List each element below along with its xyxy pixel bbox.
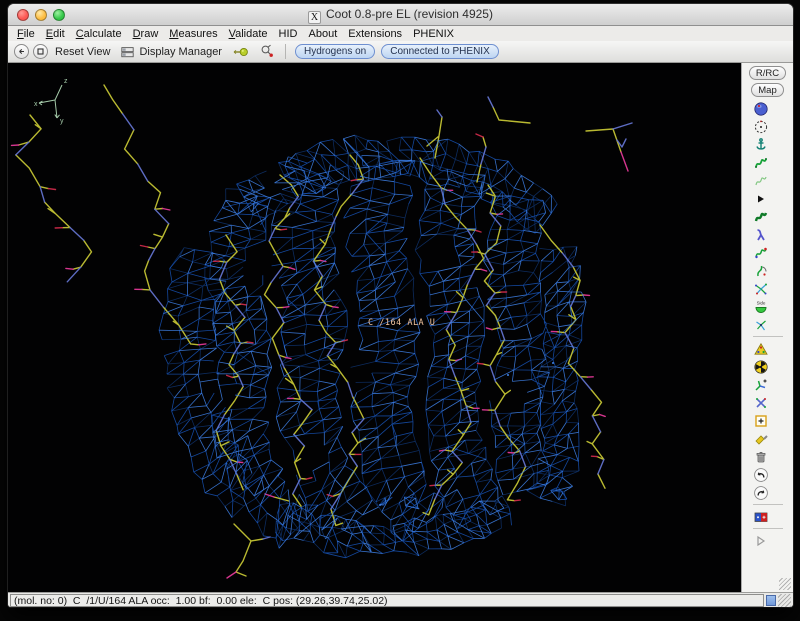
flip-sidechain-icon[interactable]: Side bbox=[753, 298, 770, 315]
right-toolbar-panel: R/RC Map Side bbox=[742, 63, 793, 592]
rotate-translate-zone-icon[interactable] bbox=[753, 226, 770, 243]
add-alt-conf-icon[interactable] bbox=[753, 394, 770, 411]
back-arrow-icon bbox=[16, 46, 27, 57]
titlebar[interactable]: X Coot 0.8-pre EL (revision 4925) bbox=[8, 4, 793, 26]
redo-icon[interactable] bbox=[753, 484, 770, 501]
key-pointer-icon bbox=[232, 45, 249, 59]
menu-hid[interactable]: HID bbox=[279, 28, 298, 40]
rotamer-select-icon[interactable] bbox=[753, 262, 770, 279]
molecule-sticks bbox=[16, 85, 621, 576]
simple-mutate-icon[interactable] bbox=[753, 358, 770, 375]
window-title: X Coot 0.8-pre EL (revision 4925) bbox=[8, 7, 793, 24]
edit-chi-angles-icon[interactable] bbox=[753, 280, 770, 297]
rrc-button[interactable]: R/RC bbox=[749, 66, 786, 80]
status-text: (mol. no: 0) C /1/U/164 ALA occ: 1.00 bf… bbox=[10, 594, 764, 607]
mutate-and-autofit-icon[interactable] bbox=[753, 340, 770, 357]
tandem-refine-icon[interactable] bbox=[753, 118, 770, 135]
menu-phenix[interactable]: PHENIX bbox=[413, 28, 454, 40]
axes-label-x: x bbox=[34, 101, 38, 108]
pointer-arrow-icon[interactable] bbox=[753, 190, 770, 207]
display-manager-button[interactable]: Display Manager bbox=[116, 44, 226, 60]
tool-separator bbox=[753, 528, 783, 529]
molecule-sticks bbox=[12, 145, 629, 578]
menu-measures[interactable]: Measures bbox=[169, 28, 217, 40]
go-to-atom-button[interactable] bbox=[228, 44, 253, 60]
hydrogen-atom-button[interactable] bbox=[255, 43, 278, 60]
window-title-text: Coot 0.8-pre EL (revision 4925) bbox=[326, 7, 493, 21]
x11-app-icon: X bbox=[308, 11, 321, 24]
status-scrollbar-thumb[interactable] bbox=[766, 595, 776, 606]
status-bar: (mol. no: 0) C /1/U/164 ALA occ: 1.00 bf… bbox=[8, 592, 793, 607]
axes-label-y: y bbox=[60, 118, 64, 125]
torsion-general-icon[interactable] bbox=[753, 316, 770, 333]
menu-validate[interactable]: Validate bbox=[229, 28, 268, 40]
reset-view-label: Reset View bbox=[55, 46, 110, 58]
menu-file[interactable]: File bbox=[17, 28, 35, 40]
hydrogen-molecule-icon bbox=[259, 44, 274, 59]
mesh-speck bbox=[379, 504, 381, 506]
gl-canvas[interactable]: x y z C /164 ALA U bbox=[8, 63, 742, 592]
hydrogens-toggle-button[interactable]: Hydrogens on bbox=[295, 44, 375, 59]
rigid-body-fit-zone-icon[interactable] bbox=[753, 208, 770, 225]
fixed-atoms-anchor-icon[interactable] bbox=[753, 136, 770, 153]
place-atom-at-pointer-icon[interactable] bbox=[753, 412, 770, 429]
molecular-scene[interactable]: x y z C /164 ALA U bbox=[8, 63, 742, 592]
display-manager-icon bbox=[120, 45, 135, 59]
real-space-refine-zone-icon[interactable] bbox=[753, 154, 770, 171]
menu-draw[interactable]: Draw bbox=[133, 28, 159, 40]
previous-view-button[interactable] bbox=[14, 44, 29, 59]
mesh-speck bbox=[507, 374, 509, 376]
axes-label-z: z bbox=[64, 78, 68, 85]
tool-separator bbox=[753, 336, 783, 337]
model-fit-refine-toolbar: Side bbox=[753, 100, 783, 550]
mesh-speck bbox=[552, 362, 554, 364]
window-resize-grip[interactable] bbox=[778, 594, 791, 607]
menu-extensions[interactable]: Extensions bbox=[348, 28, 402, 40]
main-area: x y z C /164 ALA U R/RC Map Side bbox=[8, 63, 793, 592]
atom-label: C /164 ALA U bbox=[368, 318, 435, 328]
axes-widget bbox=[39, 85, 62, 118]
expand-toolbar-icon[interactable] bbox=[753, 532, 770, 549]
tool-separator bbox=[753, 504, 783, 505]
run-refmac-icon[interactable] bbox=[753, 508, 770, 525]
phenix-connection-badge[interactable]: Connected to PHENIX bbox=[381, 44, 499, 59]
coot-window: X Coot 0.8-pre EL (revision 4925) File Edi… bbox=[8, 4, 793, 607]
menu-calculate[interactable]: Calculate bbox=[76, 28, 122, 40]
menu-about[interactable]: About bbox=[309, 28, 338, 40]
recentre-button[interactable] bbox=[33, 44, 48, 59]
regularize-zone-icon[interactable] bbox=[753, 172, 770, 189]
toolbar: Reset View Display Manager bbox=[8, 41, 793, 63]
delete-item-icon[interactable] bbox=[753, 448, 770, 465]
menu-bar: File Edit Calculate Draw Measures Validate HID… bbox=[8, 26, 793, 41]
flip-icon-label: Side bbox=[757, 300, 766, 305]
toolbar-separator bbox=[285, 44, 286, 59]
sphere-refine-icon[interactable] bbox=[753, 100, 770, 117]
undo-icon[interactable] bbox=[753, 466, 770, 483]
map-button[interactable]: Map bbox=[751, 83, 783, 97]
display-manager-label: Display Manager bbox=[139, 46, 222, 58]
auto-fit-rotamer-icon[interactable] bbox=[753, 244, 770, 261]
screenshot-stage: X Coot 0.8-pre EL (revision 4925) File Edi… bbox=[0, 0, 800, 621]
clear-pending-picks-icon[interactable] bbox=[753, 430, 770, 447]
add-terminal-residue-icon[interactable] bbox=[753, 376, 770, 393]
reset-view-button[interactable]: Reset View bbox=[51, 45, 114, 59]
stop-square-icon bbox=[35, 46, 46, 57]
menu-edit[interactable]: Edit bbox=[46, 28, 65, 40]
panel-resize-grip[interactable] bbox=[779, 578, 791, 590]
